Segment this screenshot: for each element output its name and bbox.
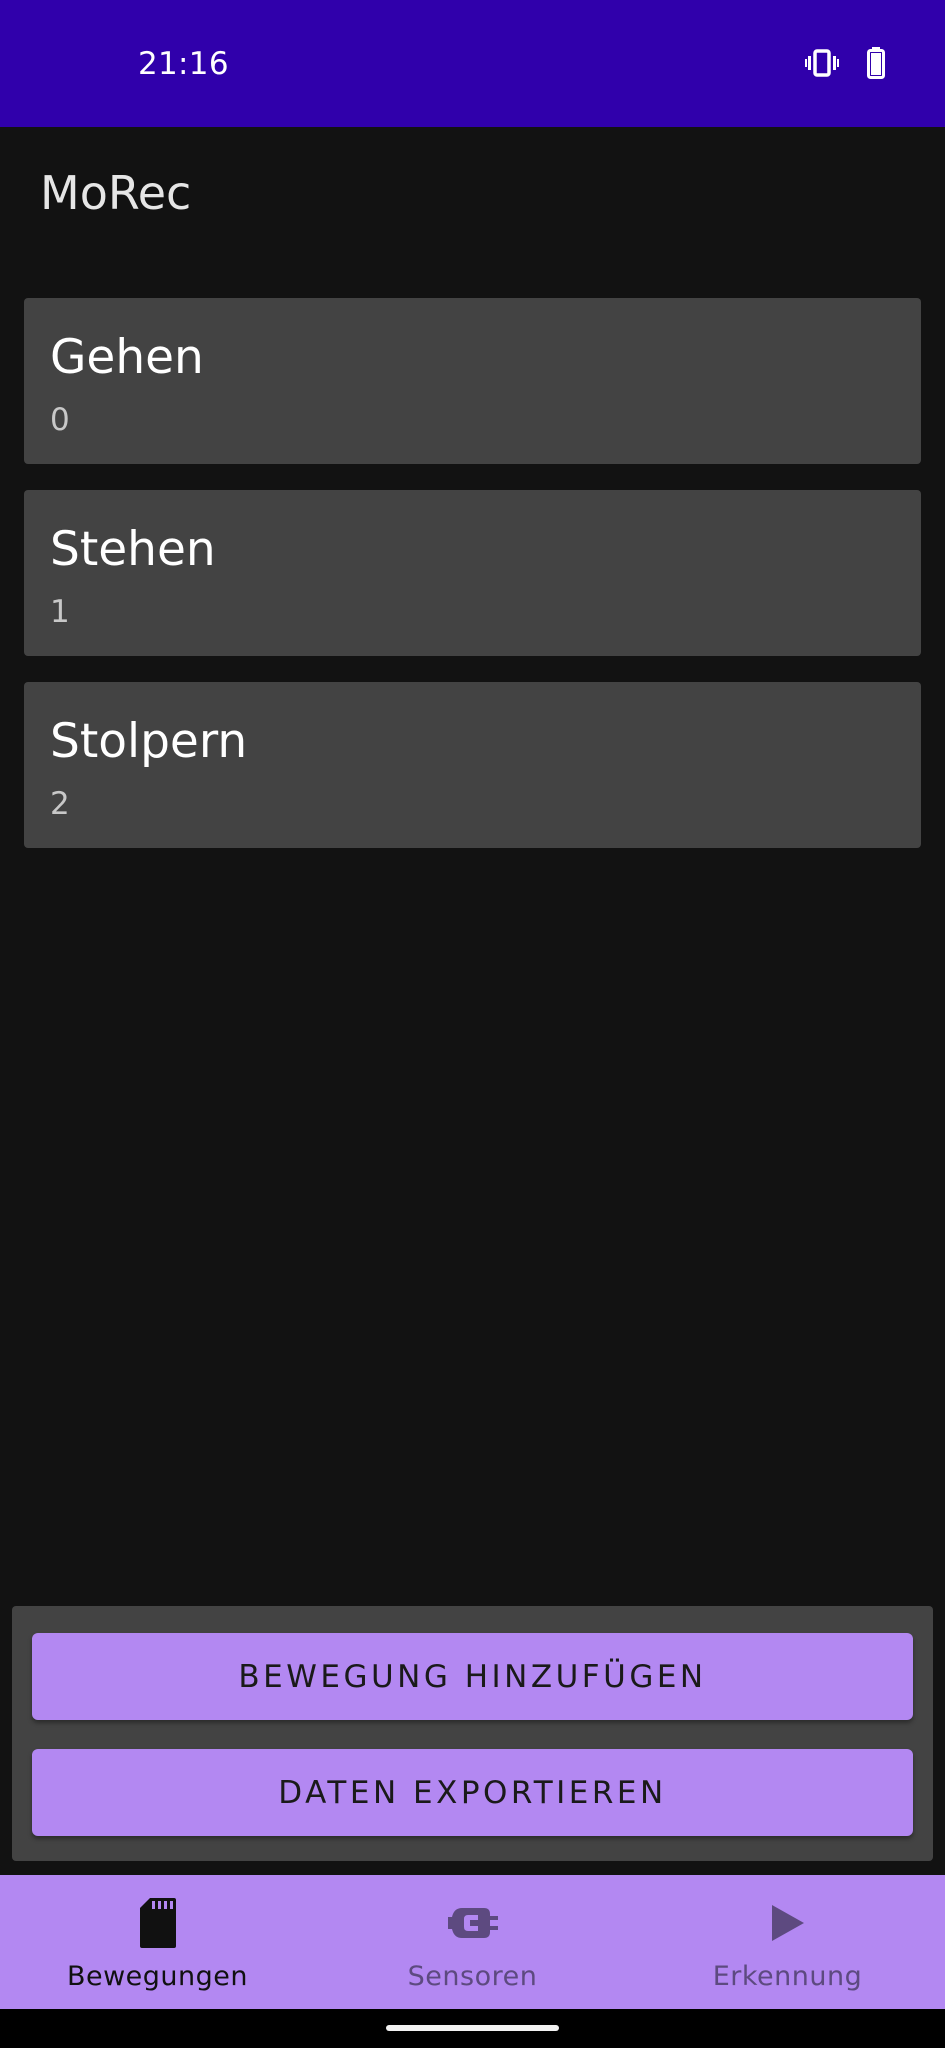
movement-name: Stolpern xyxy=(50,714,248,769)
movement-id: 2 xyxy=(50,786,70,822)
sensor-plug-icon xyxy=(447,1897,498,1949)
list-item[interactable]: Gehen 0 xyxy=(24,298,921,464)
battery-icon xyxy=(867,47,885,83)
movement-name: Gehen xyxy=(50,330,204,385)
status-icons xyxy=(805,47,885,83)
nav-label-erkennung: Erkennung xyxy=(712,1961,863,1992)
nav-item-bewegungen[interactable]: Bewegungen xyxy=(0,1875,315,2009)
sd-card-icon xyxy=(139,1897,176,1949)
action-panel: BEWEGUNG HINZUFÜGEN DATEN EXPORTIEREN xyxy=(12,1606,933,1861)
status-time: 21:16 xyxy=(138,46,229,82)
movement-id: 1 xyxy=(50,594,70,630)
home-gesture-handle[interactable] xyxy=(386,2025,559,2031)
nav-label-sensoren: Sensoren xyxy=(407,1961,538,1992)
system-navigation-bar xyxy=(0,2009,945,2048)
movement-id: 0 xyxy=(50,402,70,438)
vibrate-icon xyxy=(805,49,839,81)
play-icon xyxy=(770,1897,806,1949)
nav-item-sensoren[interactable]: Sensoren xyxy=(315,1875,630,2009)
list-item[interactable]: Stolpern 2 xyxy=(24,682,921,848)
movement-name: Stehen xyxy=(50,522,216,577)
movement-list: Gehen 0 Stehen 1 Stolpern 2 xyxy=(24,298,921,874)
list-item[interactable]: Stehen 1 xyxy=(24,490,921,656)
export-data-button[interactable]: DATEN EXPORTIEREN xyxy=(32,1749,913,1836)
nav-label-bewegungen: Bewegungen xyxy=(66,1961,249,1992)
screen: 21:16 MoRec Gehen 0 Stehen 1 Stolpern 2 … xyxy=(0,0,945,2048)
add-movement-button[interactable]: BEWEGUNG HINZUFÜGEN xyxy=(32,1633,913,1720)
nav-item-erkennung[interactable]: Erkennung xyxy=(630,1875,945,2009)
app-title: MoRec xyxy=(40,166,192,220)
bottom-navigation: Bewegungen Sensoren Erkennung xyxy=(0,1875,945,2009)
status-bar: 21:16 xyxy=(0,0,945,127)
